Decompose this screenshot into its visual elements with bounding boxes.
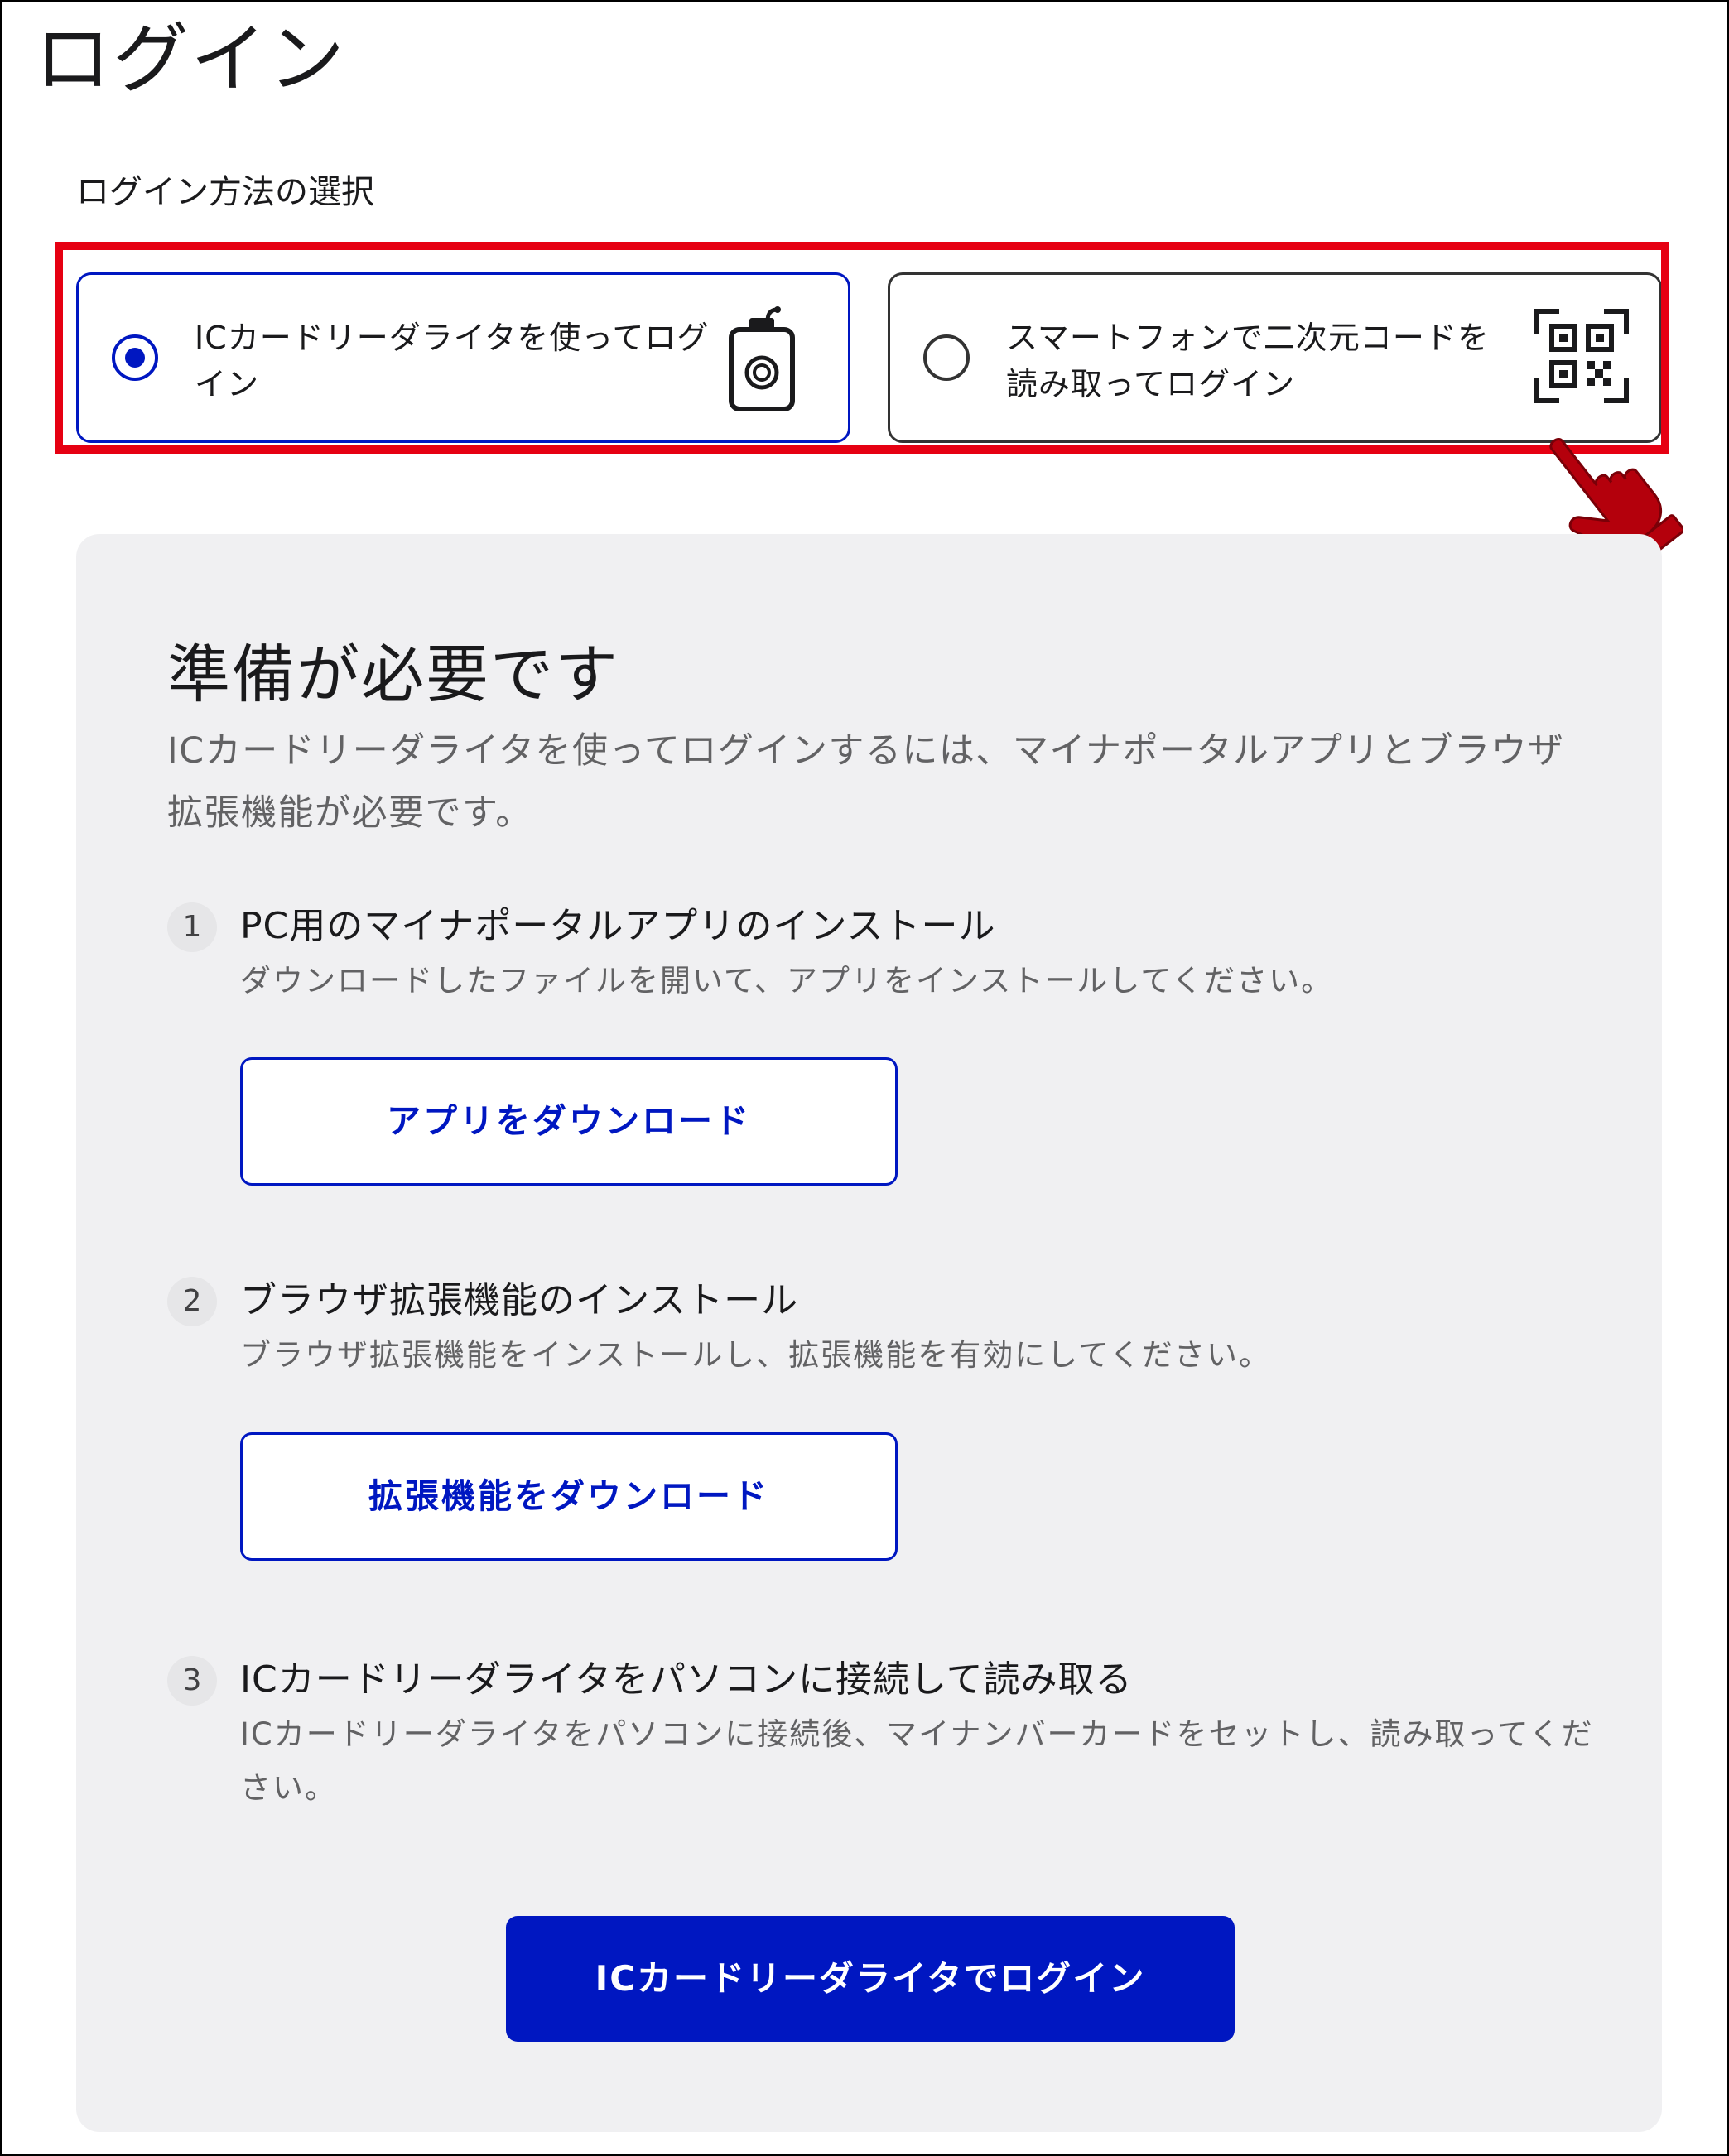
ic-card-login-button[interactable]: ICカードリーダライタでログイン [506, 1916, 1235, 2042]
preparation-heading: 準備が必要です [167, 638, 619, 711]
step-title: PC用のマイナポータルアプリのインストール [240, 905, 996, 947]
step-number: 1 [167, 902, 217, 952]
screenshot-frame: ログイン ログイン方法の選択 ICカードリーダライタを使ってログイン スマートフ… [0, 0, 1729, 2156]
step-description: ICカードリーダライタをパソコンに接続後、マイナンバーカードをセットし、読み取っ… [240, 1716, 1594, 1806]
step-number: 2 [167, 1277, 217, 1326]
step-title: ICカードリーダライタをパソコンに接続して読み取る [240, 1658, 1133, 1701]
preparation-panel: 準備が必要です ICカードリーダライタを使ってログインするには、マイナポータルア… [76, 534, 1662, 2132]
step-description: ダウンロードしたファイルを開いて、アプリをインストールしてください。 [240, 963, 1334, 999]
step-title: ブラウザ拡張機能のインストール [240, 1279, 799, 1321]
step-description: ブラウザ拡張機能をインストールし、拡張機能を有効にしてください。 [240, 1337, 1272, 1373]
page-title: ログイン [35, 15, 347, 103]
preparation-description: ICカードリーダライタを使ってログインするには、マイナポータルアプリとブラウザ拡… [167, 730, 1565, 834]
annotation-highlight-box [55, 242, 1669, 454]
download-extension-button[interactable]: 拡張機能をダウンロード [240, 1432, 898, 1561]
login-method-label: ログイン方法の選択 [76, 173, 374, 211]
download-app-button[interactable]: アプリをダウンロード [240, 1057, 898, 1186]
step-number: 3 [167, 1656, 217, 1706]
